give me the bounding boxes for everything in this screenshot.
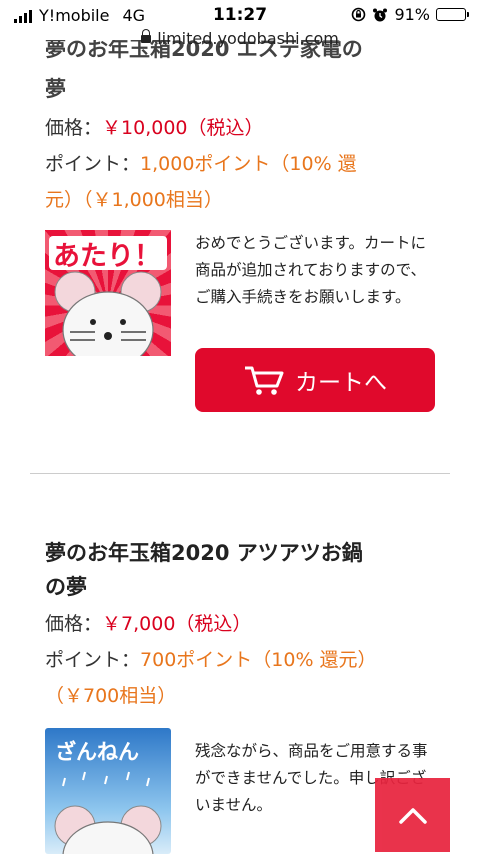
price-label: 価格： [45,117,103,139]
product-title-line: 夢のお年玉箱2020 エステ家電の [45,40,363,61]
win-image-text: あたり！ [53,241,161,272]
price-label: 価格： [45,613,103,635]
product-title: 夢のお年玉箱2020 エステ家電の 夢 [45,40,445,106]
cart-button[interactable]: カートへ [195,348,435,412]
product-title: 夢のお年玉箱2020 アツアツお鍋 の夢 [45,536,445,604]
point-label: ポイント： [45,153,141,175]
battery-percent: 91% [394,5,430,24]
lose-image: ざんねん [45,728,171,854]
back-to-top-button[interactable] [375,778,450,852]
cart-button-label: カートへ [295,370,387,396]
point-row: ポイント：1,000ポイント（10% 還 元）（￥1,000相当） [45,146,445,218]
product-title-line: 夢 [45,77,66,101]
alarm-icon [373,8,388,21]
product-title-line: の夢 [45,575,87,599]
chevron-up-icon [399,808,427,824]
battery-icon [436,8,469,21]
mouse-icon [54,771,162,854]
cart-icon [245,366,284,395]
result-message: おめでとうございます。カートに商品が追加されておりますので、ご購入手続きをお願い… [195,234,426,306]
win-image: あたり！ [45,230,171,356]
mouse-icon [54,271,162,356]
point-value: 700ポイント（10% 還元） [140,649,377,671]
point-value-cont: （￥700相当） [45,685,177,707]
price-value: ￥7,000（税込） [102,613,252,635]
status-right: 91% [351,5,469,24]
price-row: 価格：￥7,000（税込） [45,606,445,642]
price-row: 価格：￥10,000（税込） [45,110,445,146]
product-card: 夢のお年玉箱2020 エステ家電の 夢 価格：￥10,000（税込） ポイント：… [45,40,445,412]
point-row: ポイント：700ポイント（10% 還元） （￥700相当） [45,642,445,714]
point-value-cont: 元）（￥1,000相当） [45,189,223,211]
rotation-lock-icon [352,7,366,22]
product-card: 夢のお年玉箱2020 アツアツお鍋 の夢 価格：￥7,000（税込） ポイント：… [45,536,445,854]
price-value: ￥10,000（税込） [102,117,264,139]
point-label: ポイント： [45,649,141,671]
product-title-line: 夢のお年玉箱2020 アツアツお鍋 [45,541,363,565]
point-value: 1,000ポイント（10% 還 [140,153,357,175]
lose-image-text: ざんねん [55,740,139,764]
status-bar: Y!mobile 4G 11:27 91% [0,0,480,32]
divider [30,473,450,474]
